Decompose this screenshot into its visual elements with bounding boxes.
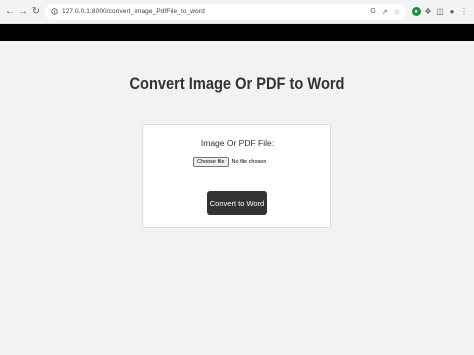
star-icon[interactable]: ☆ [394,8,400,16]
url-text[interactable]: 127.0.0.1:8000/convert_image_PdfFile_to_… [62,8,205,15]
convert-to-word-button[interactable]: Convert to Word [207,191,267,215]
profile-icon[interactable]: ● [446,4,458,20]
google-icon[interactable]: G [370,8,375,15]
no-file-chosen-text: No file chosen [231,159,267,165]
puzzle-icon[interactable]: ❖ [422,4,434,20]
extension-green-icon[interactable]: ● [410,4,422,20]
share-icon[interactable]: ↗ [382,8,388,16]
sidebar-icon[interactable]: ◫ [434,4,446,20]
choose-file-button[interactable]: Choose file [193,157,229,167]
page-title: Convert Image Or PDF to Word [129,74,345,93]
back-arrow-icon[interactable]: ← [4,4,16,20]
browser-toolbar: ← → ↻ 127.0.0.1:8000/convert_image_PdfFi… [0,0,474,24]
reload-icon[interactable]: ↻ [30,4,42,20]
upload-form: Image Or PDF File: Choose file No file c… [142,124,331,228]
info-icon[interactable] [51,8,58,16]
file-field-label: Image Or PDF File: [200,138,275,148]
file-input[interactable]: Choose file No file chosen [193,157,266,167]
main-content: Convert Image Or PDF to Word Image Or PD… [0,41,474,355]
app-header [0,24,474,41]
address-bar[interactable]: 127.0.0.1:8000/convert_image_PdfFile_to_… [45,3,406,20]
forward-arrow-icon[interactable]: → [17,4,29,20]
menu-icon[interactable]: ⋮ [458,4,470,20]
